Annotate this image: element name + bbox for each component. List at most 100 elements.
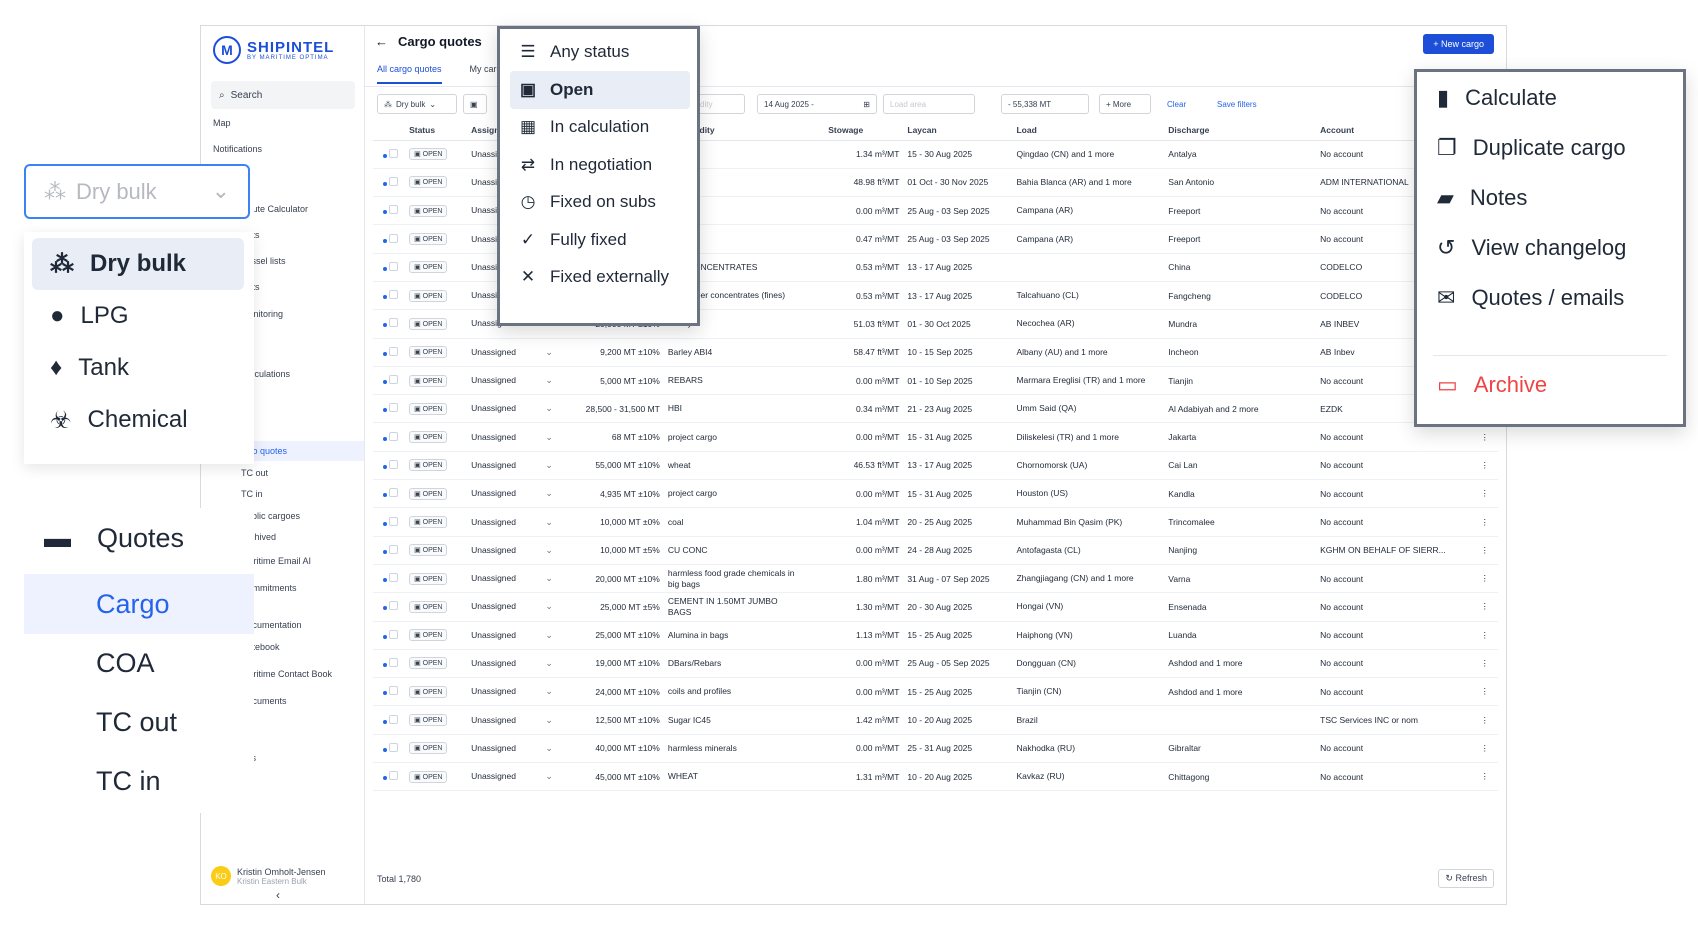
- table-row[interactable]: ▣ OPEN Unassigned ⌄ 5,000 MT ±10% REBARS 0.00…: [373, 366, 1498, 396]
- table-row[interactable]: ▣ OPEN Unassigned ⌄ 40,000 MT ±10% harmless …: [373, 734, 1498, 764]
- archive-button[interactable]: ▭ Archive: [1437, 368, 1547, 402]
- nav-quotes[interactable]: ▬ Quotes: [24, 508, 254, 568]
- col-header-6[interactable]: Load: [1012, 120, 1165, 141]
- chevron-down-icon[interactable]: ⌄: [545, 573, 553, 584]
- col-header-7[interactable]: Discharge: [1164, 120, 1317, 141]
- row-actions-cell[interactable]: ⋮: [1476, 479, 1498, 509]
- more-vertical-icon[interactable]: ⋮: [1481, 460, 1490, 470]
- chevron-down-icon[interactable]: ⌄: [545, 488, 553, 499]
- more-vertical-icon[interactable]: ⋮: [1481, 432, 1490, 442]
- cargo-type-option-3[interactable]: ☣ Chemical: [32, 394, 244, 446]
- more-vertical-icon[interactable]: ⋮: [1481, 630, 1490, 640]
- chevron-down-icon[interactable]: ⌄: [545, 715, 553, 726]
- more-vertical-icon[interactable]: ⋮: [1481, 686, 1490, 696]
- action-2[interactable]: ▰ Notes: [1437, 181, 1527, 215]
- row-actions-cell[interactable]: ⋮: [1476, 621, 1498, 650]
- sidebar-item-18[interactable]: Maritime Contact Book: [241, 669, 332, 679]
- row-checkbox[interactable]: [389, 431, 399, 441]
- row-actions-cell[interactable]: ⋮: [1476, 592, 1498, 622]
- nav-sub-1[interactable]: COA: [24, 633, 254, 693]
- row-actions-cell[interactable]: ⋮: [1476, 536, 1498, 565]
- more-vertical-icon[interactable]: ⋮: [1481, 743, 1490, 753]
- nav-sub-3[interactable]: TC in: [24, 751, 254, 811]
- chevron-down-icon[interactable]: ⌄: [545, 545, 553, 556]
- chevron-down-icon[interactable]: ⌄: [545, 686, 553, 697]
- row-checkbox[interactable]: [389, 148, 399, 158]
- cargo-type-option-0[interactable]: ⁂ Dry bulk: [32, 238, 244, 290]
- row-checkbox[interactable]: [389, 657, 399, 667]
- row-actions-cell[interactable]: ⋮: [1476, 451, 1498, 481]
- row-checkbox[interactable]: [389, 261, 399, 271]
- table-row[interactable]: ▣ OPEN Unassigned ⌄ 19,000 MT ±10% DBars/Reb…: [373, 649, 1498, 679]
- sidebar-item-10[interactable]: TC out: [241, 468, 268, 478]
- nav-sub-0[interactable]: Cargo: [24, 574, 254, 634]
- table-row[interactable]: ▣ OPEN Unassigned ⌄ 55,000 MT ±10% wheat 46.5…: [373, 451, 1498, 481]
- more-vertical-icon[interactable]: ⋮: [1481, 771, 1490, 781]
- more-vertical-icon[interactable]: ⋮: [1481, 545, 1490, 555]
- row-actions-cell[interactable]: ⋮: [1476, 507, 1498, 537]
- chevron-down-icon[interactable]: ⌄: [545, 403, 553, 414]
- table-row[interactable]: ▣ OPEN Unassigned ⌄ 20,000 MT ±10% harmless …: [373, 564, 1498, 594]
- row-checkbox[interactable]: [389, 233, 399, 243]
- table-row[interactable]: ▣ OPEN Unassigned ⌄ 12,500 MT ±10% Sugar IC4…: [373, 705, 1498, 735]
- status-filter[interactable]: ▣: [463, 94, 487, 114]
- col-header-5[interactable]: Laycan: [903, 120, 1013, 141]
- more-vertical-icon[interactable]: ⋮: [1481, 715, 1490, 725]
- cargo-type-option-2[interactable]: ♦ Tank: [32, 342, 244, 394]
- sidebar-item-11[interactable]: TC in: [241, 489, 263, 499]
- row-checkbox[interactable]: [389, 375, 399, 385]
- quantity-filter[interactable]: - 55,338 MT: [1001, 94, 1089, 114]
- load-area-filter[interactable]: Load area: [883, 94, 975, 114]
- chevron-down-icon[interactable]: ⌄: [545, 601, 553, 612]
- chevron-down-icon[interactable]: ⌄: [545, 517, 553, 528]
- row-checkbox[interactable]: [389, 573, 399, 583]
- chevron-down-icon[interactable]: ⌄: [545, 460, 553, 471]
- table-row[interactable]: ▣ OPEN Unassigned ⌄ 45,000 MT ±10% WHEAT 1.31…: [373, 762, 1498, 792]
- row-checkbox[interactable]: [389, 714, 399, 724]
- chevron-down-icon[interactable]: ⌄: [545, 347, 553, 358]
- col-header-0[interactable]: Status: [405, 120, 468, 141]
- row-actions-cell[interactable]: ⋮: [1476, 649, 1498, 679]
- row-actions-cell[interactable]: ⋮: [1476, 762, 1498, 792]
- row-checkbox[interactable]: [389, 516, 399, 526]
- row-checkbox[interactable]: [389, 403, 399, 413]
- more-vertical-icon[interactable]: ⋮: [1481, 573, 1490, 583]
- row-actions-cell[interactable]: ⋮: [1476, 705, 1498, 735]
- status-option-3[interactable]: ⇄ In negotiation: [510, 146, 690, 184]
- row-checkbox[interactable]: [389, 601, 399, 611]
- row-checkbox[interactable]: [389, 176, 399, 186]
- status-option-2[interactable]: ▦ In calculation: [510, 108, 690, 146]
- more-vertical-icon[interactable]: ⋮: [1481, 488, 1490, 498]
- chevron-down-icon[interactable]: ⌄: [545, 771, 553, 782]
- more-filters-button[interactable]: + More: [1099, 94, 1151, 114]
- row-checkbox[interactable]: [389, 629, 399, 639]
- table-row[interactable]: ▣ OPEN Unassigned ⌄ 10,000 MT ±5% CU CONC 0.0…: [373, 536, 1498, 565]
- action-0[interactable]: ▮ Calculate: [1437, 81, 1557, 115]
- chevron-down-icon[interactable]: ⌄: [545, 630, 553, 641]
- row-checkbox[interactable]: [389, 544, 399, 554]
- new-cargo-button[interactable]: + New cargo: [1423, 34, 1494, 54]
- more-vertical-icon[interactable]: ⋮: [1481, 517, 1490, 527]
- collapse-sidebar-button[interactable]: ‹: [276, 888, 280, 902]
- user-profile[interactable]: KO Kristin Omholt-Jensen Kristin Eastern…: [211, 866, 326, 886]
- tab-0[interactable]: All cargo quotes: [377, 64, 442, 84]
- status-option-4[interactable]: ◷ Fixed on subs: [510, 183, 690, 221]
- table-row[interactable]: ▣ OPEN Unassigned ⌄ 28,500 - 31,500 MT HBI 0.…: [373, 394, 1498, 424]
- row-checkbox[interactable]: [389, 686, 399, 696]
- cargo-type-select[interactable]: ⁂ Dry bulk ⌄: [24, 164, 250, 219]
- laycan-filter[interactable]: 14 Aug 2025 - ⊞: [757, 94, 877, 114]
- col-header-4[interactable]: Stowage: [824, 120, 904, 141]
- save-filters-button[interactable]: Save filters: [1211, 94, 1263, 114]
- table-row[interactable]: ▣ OPEN Unassigned ⌄ 4,935 MT ±10% project ca…: [373, 479, 1498, 509]
- action-3[interactable]: ↺ View changelog: [1437, 231, 1626, 265]
- refresh-button[interactable]: ↻ Refresh: [1438, 869, 1494, 888]
- action-1[interactable]: ❐ Duplicate cargo: [1437, 131, 1626, 165]
- more-vertical-icon[interactable]: ⋮: [1481, 658, 1490, 668]
- action-4[interactable]: ✉ Quotes / emails: [1437, 281, 1624, 315]
- table-row[interactable]: ▣ OPEN Unassigned ⌄ 68 MT ±10% project cargo…: [373, 422, 1498, 452]
- row-checkbox[interactable]: [389, 290, 399, 300]
- row-checkbox[interactable]: [389, 346, 399, 356]
- cargo-type-filter[interactable]: ⁂ Dry bulk ⌄: [377, 94, 457, 114]
- table-row[interactable]: ▣ OPEN Unassigned ⌄ 24,000 MT ±10% coils and…: [373, 677, 1498, 707]
- row-checkbox[interactable]: [389, 742, 399, 752]
